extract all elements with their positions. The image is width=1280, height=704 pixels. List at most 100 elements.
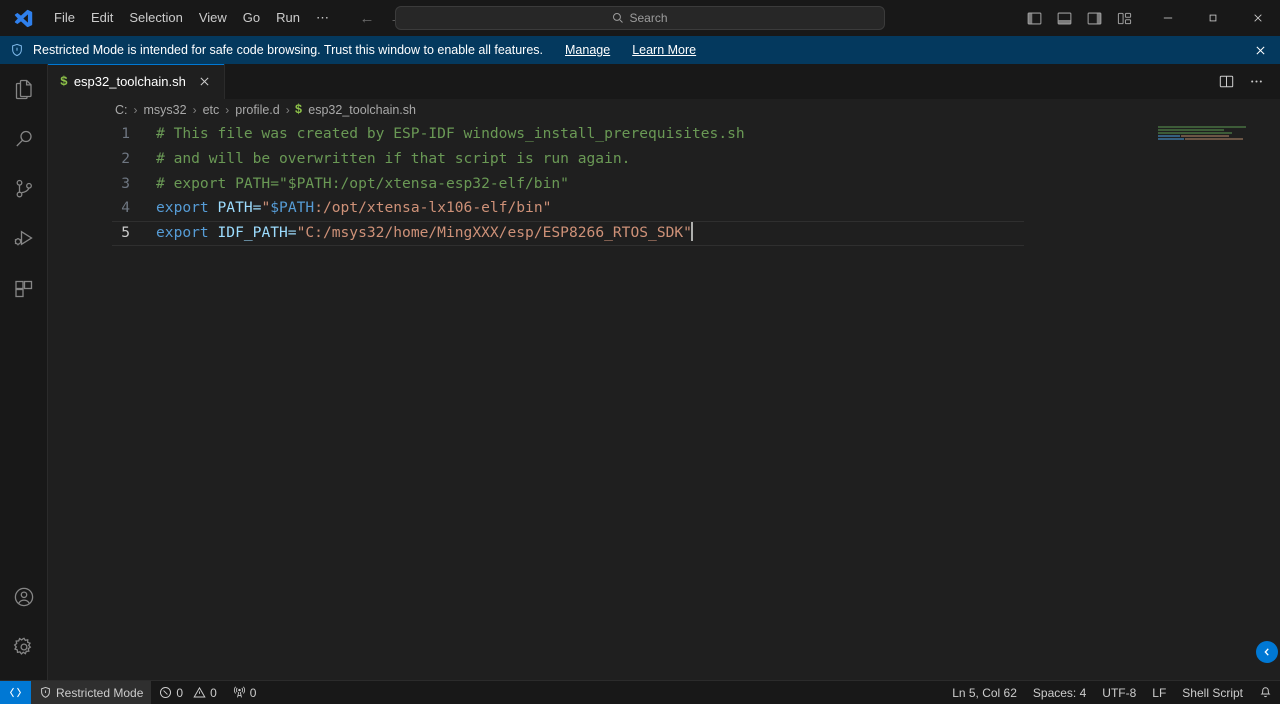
- remote-indicator[interactable]: [0, 681, 31, 704]
- restricted-mode-status[interactable]: Restricted Mode: [31, 681, 152, 704]
- menu-bar: File Edit Selection View Go Run ⋯: [46, 6, 337, 30]
- restricted-mode-label: Restricted Mode: [56, 685, 144, 700]
- command-center[interactable]: Search: [395, 6, 885, 30]
- activity-bar-top: [0, 64, 48, 314]
- breadcrumb-item-file[interactable]: esp32_toolchain.sh: [302, 103, 417, 117]
- activity-bar: [0, 64, 48, 680]
- remote-icon: [9, 687, 22, 698]
- search-icon: [15, 130, 32, 147]
- menu-item-go[interactable]: Go: [235, 6, 268, 30]
- editor-group: $ esp32_toolchain.sh C: › msys32 › etc ›…: [48, 64, 1280, 680]
- code-token: IDF_PATH=: [217, 224, 297, 242]
- minimap-line: [1158, 132, 1266, 134]
- chevron-left-icon: [1264, 648, 1269, 656]
- learn-more-link[interactable]: Learn More: [632, 43, 696, 57]
- code-line[interactable]: 4 export PATH="$PATH:/opt/xtensa-lx106-el…: [48, 196, 1148, 221]
- line-text[interactable]: # export PATH="$PATH:/opt/xtensa-esp32-e…: [156, 172, 569, 197]
- minimap-segment: [1158, 135, 1180, 137]
- code-token: $PATH: [270, 199, 315, 217]
- line-number: 5: [121, 224, 130, 242]
- encoding-status[interactable]: UTF-8: [1094, 681, 1144, 704]
- breadcrumb-item-profiled[interactable]: profile.d: [234, 103, 280, 117]
- code-line[interactable]: 5 export IDF_PATH="C:/msys32/home/MingXXX…: [48, 221, 1148, 246]
- code-token: :/opt/xtensa-lx106-elf/bin": [314, 199, 552, 217]
- editor-scrollbar[interactable]: [1256, 121, 1280, 680]
- more-actions-icon[interactable]: [1242, 68, 1270, 96]
- text-editor: 1 # This file was created by ESP-IDF wind…: [48, 121, 1280, 680]
- account-icon: [14, 587, 33, 607]
- problems-status[interactable]: 0 0: [151, 681, 224, 704]
- code-token: # export PATH="$PATH:/opt/xtensa-esp32-e…: [156, 174, 569, 192]
- eol-status[interactable]: LF: [1144, 681, 1174, 704]
- toggle-panel-icon[interactable]: [1049, 3, 1079, 33]
- workbench: $ esp32_toolchain.sh C: › msys32 › etc ›…: [0, 64, 1280, 680]
- manage-trust-link[interactable]: Manage: [565, 43, 610, 57]
- notifications-bell[interactable]: [1251, 681, 1280, 704]
- menu-item-selection[interactable]: Selection: [121, 6, 190, 30]
- indentation-status[interactable]: Spaces: 4: [1025, 681, 1094, 704]
- split-editor-right-icon[interactable]: [1212, 68, 1240, 96]
- shield-icon: [41, 686, 50, 698]
- menu-item-more[interactable]: ⋯: [308, 6, 337, 30]
- minimap-segment: [1158, 132, 1232, 134]
- breadcrumb: C: › msys32 › etc › profile.d › $ esp32_…: [48, 99, 1280, 121]
- line-text[interactable]: # This file was created by ESP-IDF windo…: [156, 122, 745, 147]
- minimize-button[interactable]: [1145, 0, 1190, 36]
- sidebar-item-search[interactable]: [0, 114, 48, 164]
- menu-item-view[interactable]: View: [191, 6, 235, 30]
- code-line[interactable]: 3 # export PATH="$PATH:/opt/xtensa-esp32-…: [48, 172, 1148, 197]
- line-text[interactable]: export PATH="$PATH:/opt/xtensa-lx106-elf…: [156, 196, 551, 221]
- maximize-button[interactable]: [1190, 0, 1235, 36]
- tab-esp32-toolchain-sh[interactable]: $ esp32_toolchain.sh: [48, 64, 225, 99]
- banner-close-icon[interactable]: [1250, 40, 1270, 60]
- customize-layout-icon[interactable]: [1109, 3, 1139, 33]
- ports-status[interactable]: 0: [225, 681, 265, 704]
- toggle-primary-sidebar-icon[interactable]: [1019, 3, 1049, 33]
- code-line[interactable]: 2 # and will be overwritten if that scrip…: [48, 147, 1148, 172]
- breadcrumb-separator-icon: ›: [285, 103, 290, 117]
- menu-item-file[interactable]: File: [46, 6, 83, 30]
- breadcrumb-item-msys32[interactable]: msys32: [143, 103, 188, 117]
- search-input[interactable]: Search: [395, 6, 885, 30]
- tab-bar-empty-space: [224, 64, 1212, 99]
- error-count: 0: [176, 685, 184, 700]
- code-token: # and will be overwritten if that script…: [156, 149, 631, 167]
- breadcrumb-item-etc[interactable]: etc: [202, 103, 221, 117]
- menu-item-run[interactable]: Run: [268, 6, 308, 30]
- accounts-button[interactable]: [0, 572, 48, 622]
- tab-close-icon[interactable]: [196, 73, 214, 91]
- search-placeholder: Search: [629, 11, 668, 25]
- breadcrumb-separator-icon: ›: [133, 103, 138, 117]
- gear-icon: [13, 637, 31, 655]
- sidebar-item-source-control[interactable]: [0, 164, 48, 214]
- ports-count: 0: [249, 685, 257, 700]
- breadcrumb-item-drive[interactable]: C:: [114, 103, 129, 117]
- bell-icon: [1260, 687, 1271, 698]
- toggle-secondary-sidebar-icon[interactable]: [1079, 3, 1109, 33]
- sidebar-item-extensions[interactable]: [0, 264, 48, 314]
- code-token: export: [156, 224, 218, 242]
- line-text[interactable]: # and will be overwritten if that script…: [156, 147, 630, 172]
- line-number: 3: [121, 174, 130, 192]
- code-content[interactable]: 1 # This file was created by ESP-IDF wind…: [48, 121, 1148, 680]
- menu-item-edit[interactable]: Edit: [83, 6, 121, 30]
- go-back-icon[interactable]: ←: [359, 11, 375, 26]
- language-mode-status[interactable]: Shell Script: [1174, 681, 1251, 704]
- radio-tower-icon: [233, 686, 245, 698]
- minimap-line: [1158, 135, 1266, 137]
- code-line[interactable]: 1 # This file was created by ESP-IDF wind…: [48, 122, 1148, 147]
- status-bar-right: Ln 5, Col 62 Spaces: 4 UTF-8 LF Shell Sc…: [944, 681, 1280, 704]
- files-icon: [15, 79, 32, 100]
- source-control-icon: [16, 179, 32, 198]
- sidebar-item-explorer[interactable]: [0, 64, 48, 114]
- expand-secondary-sidebar-button[interactable]: [1256, 641, 1278, 663]
- close-button[interactable]: [1235, 0, 1280, 36]
- sidebar-item-run-debug[interactable]: [0, 214, 48, 264]
- settings-button[interactable]: [0, 622, 48, 672]
- line-text[interactable]: export IDF_PATH="C:/msys32/home/MingXXX/…: [156, 221, 693, 246]
- minimap[interactable]: [1148, 121, 1266, 680]
- title-bar: File Edit Selection View Go Run ⋯ ← → Se…: [0, 0, 1280, 36]
- cursor-position-status[interactable]: Ln 5, Col 62: [944, 681, 1025, 704]
- code-token: "C:/msys32/home/MingXXX/esp/ESP8266_RTOS…: [296, 224, 692, 242]
- line-number: 4: [121, 199, 130, 217]
